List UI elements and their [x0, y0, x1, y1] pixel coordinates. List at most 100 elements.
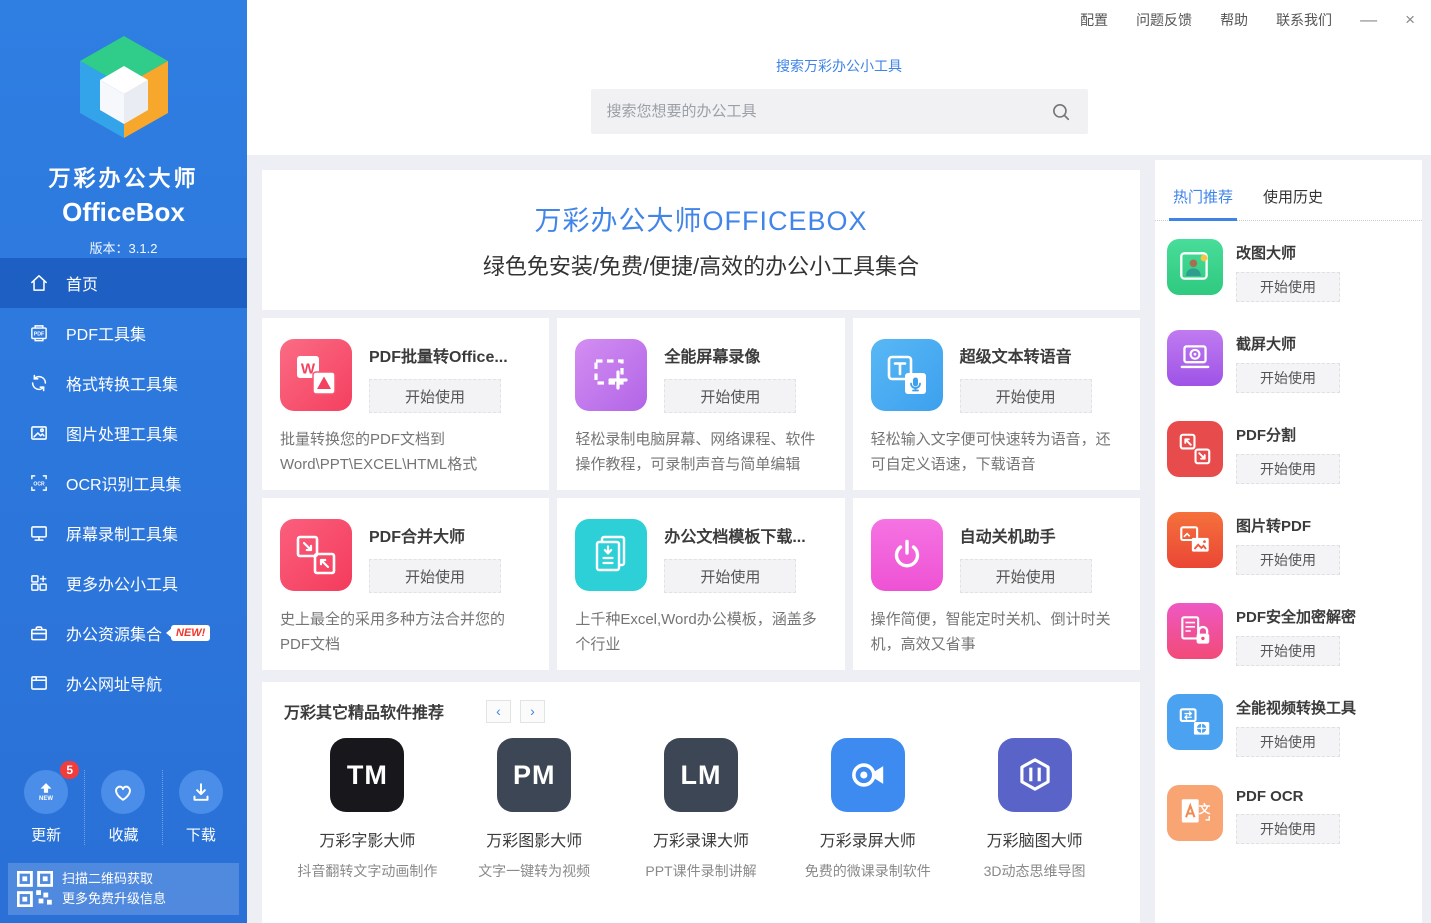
start-button[interactable]: 开始使用	[369, 379, 501, 413]
screenshot-icon	[1167, 330, 1223, 386]
minimize-button[interactable]: —	[1360, 10, 1377, 30]
sidebar-item-label: 格式转换工具集	[66, 371, 178, 395]
svg-text:OCR: OCR	[33, 481, 45, 487]
ocr-icon: OCR	[27, 471, 51, 495]
downloads-button[interactable]: 下载	[162, 770, 239, 845]
pdf-icon: PDF	[27, 321, 51, 345]
browser-icon	[27, 671, 51, 695]
qr-banner: 扫描二维码获取 更多免费升级信息	[8, 863, 239, 915]
panel-item-pdf-encrypt: PDF安全加密解密 开始使用	[1167, 603, 1422, 666]
start-button[interactable]: 开始使用	[369, 559, 501, 593]
pm-logo: PM	[497, 738, 571, 812]
start-button[interactable]: 开始使用	[1236, 545, 1340, 575]
qr-code-icon	[17, 871, 53, 907]
sidebar-item-label: 办公资源集合	[66, 621, 162, 645]
recommend-prev-button[interactable]: ‹	[486, 700, 511, 723]
tab-usage-history[interactable]: 使用历史	[1263, 186, 1323, 220]
recommend-items: TM 万彩字影大师 抖音翻转文字动画制作 PM 万彩图影大师 文字一键转为视频 …	[284, 738, 1118, 881]
tool-title: 办公文档模板下载...	[664, 523, 805, 547]
panel-item-screenshot: 截屏大师 开始使用	[1167, 330, 1422, 393]
banner-subtitle: 绿色免安装/免费/便捷/高效的办公小工具集合	[483, 249, 919, 281]
more-tools-icon	[27, 571, 51, 595]
tool-card-auto-shutdown: 自动关机助手 开始使用 操作简便，智能定时关机、倒计时关机，高效又省事	[853, 498, 1140, 670]
recommend-next-button[interactable]: ›	[520, 700, 545, 723]
search-input[interactable]	[607, 103, 1050, 120]
topbar: 配置 问题反馈 帮助 联系我们 — ×	[1080, 10, 1415, 30]
panel-item-pdf-split: PDF分割 开始使用	[1167, 421, 1422, 484]
tool-title: 自动关机助手	[960, 523, 1092, 547]
svg-text:文: 文	[1199, 802, 1211, 816]
tool-desc: 批量转换您的PDF文档到Word\PPT\EXCEL\HTML格式	[280, 428, 531, 478]
start-button[interactable]: 开始使用	[960, 379, 1092, 413]
start-button[interactable]: 开始使用	[1236, 363, 1340, 393]
screen-capture-icon	[575, 339, 647, 411]
start-button[interactable]: 开始使用	[1236, 272, 1340, 302]
favorites-button[interactable]: 收藏	[84, 770, 161, 845]
sidebar-item-website-nav[interactable]: 办公网址导航	[0, 658, 247, 708]
recommend-item-screen-recorder[interactable]: 万彩录屏大师 免费的微课录制软件	[784, 738, 951, 881]
main-content: 万彩办公大师OFFICEBOX 绿色免安装/免费/便捷/高效的办公小工具集合 W…	[262, 170, 1140, 923]
sidebar-item-format-convert[interactable]: 格式转换工具集	[0, 358, 247, 408]
app-version: 版本：3.1.2	[0, 238, 247, 257]
search-link[interactable]: 搜索万彩办公小工具	[776, 56, 902, 76]
image-icon	[27, 421, 51, 445]
topbar-contact[interactable]: 联系我们	[1276, 10, 1332, 30]
start-button[interactable]: 开始使用	[1236, 727, 1340, 757]
pdf-split-icon	[1167, 421, 1223, 477]
sidebar-item-label: 图片处理工具集	[66, 421, 178, 445]
pdf-to-office-icon: W	[280, 339, 352, 411]
lm-logo: LM	[664, 738, 738, 812]
pdf-encrypt-icon	[1167, 603, 1223, 659]
video-camera-icon	[831, 738, 905, 812]
tool-desc: 轻松录制电脑屏幕、网络课程、软件操作教程，可录制声音与简单编辑	[575, 428, 826, 478]
home-icon	[27, 271, 51, 295]
recommend-title: 万彩其它精品软件推荐	[284, 699, 444, 723]
recommend-item-mindmap[interactable]: 万彩脑图大师 3D动态思维导图	[951, 738, 1118, 881]
panel-item-pdf-ocr: 文 PDF OCR 开始使用	[1167, 785, 1422, 844]
sidebar-item-label: 办公网址导航	[66, 671, 162, 695]
tool-desc: 上千种Excel,Word办公模板，涵盖多个行业	[575, 608, 826, 658]
start-button[interactable]: 开始使用	[1236, 636, 1340, 666]
start-button[interactable]: 开始使用	[960, 559, 1092, 593]
pdf-ocr-icon: 文	[1167, 785, 1223, 841]
app-window: 万彩办公大师 OfficeBox 版本：3.1.2 首页 PDF PDF工具集	[0, 0, 1431, 923]
tool-desc: 史上最全的采用多种方法合并您的PDF文档	[280, 608, 531, 658]
sidebar-item-image-tools[interactable]: 图片处理工具集	[0, 408, 247, 458]
sidebar-item-ocr-tools[interactable]: OCR OCR识别工具集	[0, 458, 247, 508]
sidebar-item-pdf-tools[interactable]: PDF PDF工具集	[0, 308, 247, 358]
topbar-feedback[interactable]: 问题反馈	[1136, 10, 1192, 30]
tool-card-pdf-to-office: W PDF批量转Office... 开始使用 批量转换您的PDF文档到Word\…	[262, 318, 549, 490]
sidebar: 万彩办公大师 OfficeBox 版本：3.1.2 首页 PDF PDF工具集	[0, 0, 247, 923]
update-button[interactable]: NEW 5 更新	[8, 770, 84, 845]
recommend-header: 万彩其它精品软件推荐 ‹ ›	[284, 699, 1118, 723]
hero-banner: 万彩办公大师OFFICEBOX 绿色免安装/免费/便捷/高效的办公小工具集合	[262, 170, 1140, 310]
start-button[interactable]: 开始使用	[664, 379, 796, 413]
start-button[interactable]: 开始使用	[1236, 814, 1340, 844]
tool-card-screen-capture: 全能屏幕录像 开始使用 轻松录制电脑屏幕、网络课程、软件操作教程，可录制声音与简…	[557, 318, 844, 490]
tab-hot-recommend[interactable]: 热门推荐	[1173, 186, 1233, 220]
topbar-help[interactable]: 帮助	[1220, 10, 1248, 30]
sidebar-item-office-resources[interactable]: 办公资源集合 NEW!	[0, 608, 247, 658]
update-icon: NEW 5	[24, 770, 68, 814]
sidebar-item-screen-record[interactable]: 屏幕录制工具集	[0, 508, 247, 558]
sidebar-item-home[interactable]: 首页	[0, 258, 247, 308]
photo-edit-icon	[1167, 239, 1223, 295]
close-button[interactable]: ×	[1405, 10, 1415, 30]
app-subname: OfficeBox	[0, 197, 247, 228]
start-button[interactable]: 开始使用	[664, 559, 796, 593]
search-icon[interactable]	[1050, 101, 1072, 123]
search-box	[591, 89, 1088, 134]
recommend-item-photo-video[interactable]: PM 万彩图影大师 文字一键转为视频	[451, 738, 618, 881]
sidebar-item-more-tools[interactable]: 更多办公小工具	[0, 558, 247, 608]
search-area: 搜索万彩办公小工具	[247, 56, 1431, 134]
recommend-item-lecture-record[interactable]: LM 万彩录课大师 PPT课件录制讲解	[618, 738, 785, 881]
briefcase-icon	[27, 621, 51, 645]
svg-text:NEW: NEW	[39, 796, 53, 802]
topbar-config[interactable]: 配置	[1080, 10, 1108, 30]
start-button[interactable]: 开始使用	[1236, 454, 1340, 484]
recommend-item-word-animation[interactable]: TM 万彩字影大师 抖音翻转文字动画制作	[284, 738, 451, 881]
convert-icon	[27, 371, 51, 395]
image-to-pdf-icon	[1167, 512, 1223, 568]
mindmap-icon	[998, 738, 1072, 812]
pdf-merge-icon	[280, 519, 352, 591]
